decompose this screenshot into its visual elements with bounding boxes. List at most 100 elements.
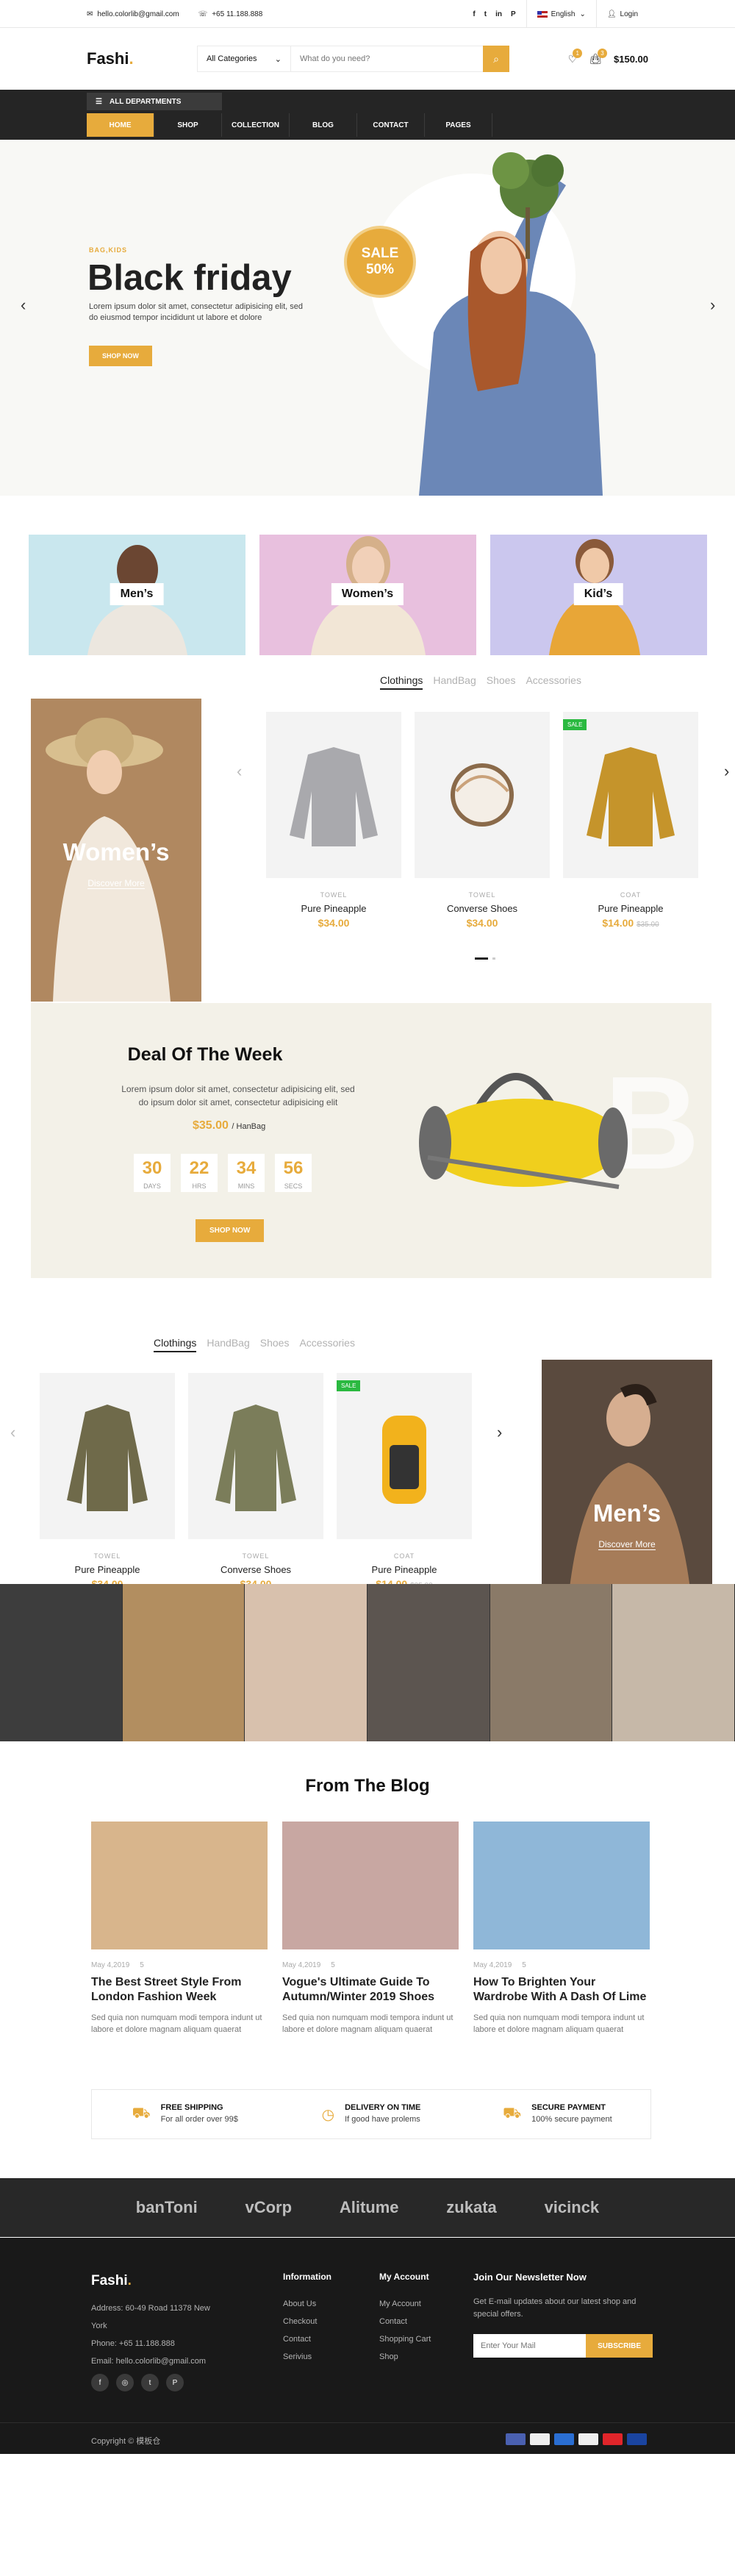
instagram-icon[interactable]: ◎	[116, 2374, 134, 2391]
footer-logo[interactable]: Fashi.	[91, 2273, 132, 2289]
men-discover-link[interactable]: Discover More	[542, 1539, 712, 1550]
men-next-arrow[interactable]: ›	[497, 1423, 502, 1442]
footer-link[interactable]: Checkout	[283, 2313, 331, 2330]
deal-shop-now-button[interactable]: SHOP NOW	[196, 1219, 265, 1242]
nav-shop[interactable]: SHOP	[154, 113, 222, 137]
hero-next-arrow[interactable]: ›	[710, 296, 715, 315]
email-text: hello.colorlib@gmail.com	[97, 10, 179, 18]
product-card[interactable]: TOWEL Converse Shoes $34.00	[188, 1373, 323, 1590]
tab-accessories[interactable]: Accessories	[299, 1337, 354, 1352]
facebook-icon[interactable]: f	[473, 10, 475, 18]
blog-post-title[interactable]: The Best Street Style From London Fashio…	[91, 1975, 268, 2005]
pinterest-icon[interactable]: P	[166, 2374, 184, 2391]
search-input[interactable]	[290, 46, 483, 71]
gallery-image[interactable]	[122, 1584, 245, 1741]
subscribe-button[interactable]: SUBSCRIBE	[586, 2334, 653, 2358]
gallery-image[interactable]	[490, 1584, 613, 1741]
gallery-image[interactable]	[245, 1584, 368, 1741]
product-card[interactable]: TOWEL Pure Pineapple $34.00	[266, 712, 401, 929]
footer-link[interactable]: Contact	[283, 2330, 331, 2348]
footer-link[interactable]: Shopping Cart	[379, 2330, 431, 2348]
banner-women[interactable]: Women’s	[259, 535, 476, 655]
banner-women-label: Women’s	[331, 583, 404, 605]
nav-home[interactable]: HOME	[87, 113, 154, 137]
product-price: $34.00	[466, 917, 498, 929]
product-name[interactable]: Converse Shoes	[415, 903, 550, 914]
hero-tag: BAG,KIDS	[89, 246, 128, 254]
tab-clothings[interactable]: Clothings	[380, 674, 423, 690]
blog-post-title[interactable]: Vogue's Ultimate Guide To Autumn/Winter …	[282, 1975, 459, 2005]
women-discover-link[interactable]: Discover More	[31, 878, 201, 889]
pinterest-icon[interactable]: P	[511, 10, 516, 18]
tab-shoes[interactable]: Shoes	[260, 1337, 290, 1352]
twitter-icon[interactable]: t	[484, 10, 487, 18]
countdown: 30 DAYS 22 HRS 34 MINS 56 SECS	[134, 1154, 312, 1192]
footer-link[interactable]: My Account	[379, 2295, 431, 2313]
tab-accessories[interactable]: Accessories	[526, 674, 581, 690]
hero-shop-now-button[interactable]: SHOP NOW	[89, 346, 152, 366]
product-name[interactable]: Pure Pineapple	[266, 903, 401, 914]
women-feature-card[interactable]: Women’s Discover More	[31, 699, 201, 1002]
cart-count: 3	[598, 48, 607, 58]
footer-link[interactable]: Shop	[379, 2348, 431, 2366]
tab-handbag[interactable]: HandBag	[433, 674, 476, 690]
banner-men[interactable]: Men’s	[28, 535, 245, 655]
product-name[interactable]: Pure Pineapple	[563, 903, 698, 914]
women-next-arrow[interactable]: ›	[724, 762, 729, 781]
blog-post-title[interactable]: How To Brighten Your Wardrobe With A Das…	[473, 1975, 650, 2005]
product-price: $14.00	[602, 917, 634, 929]
language-select[interactable]: English ⌄	[526, 0, 596, 28]
gallery-image[interactable]	[368, 1584, 490, 1741]
women-prev-arrow[interactable]: ‹	[237, 762, 242, 781]
tab-shoes[interactable]: Shoes	[487, 674, 516, 690]
partner-logo: vCorp	[245, 2198, 293, 2216]
gallery-image[interactable]	[0, 1584, 123, 1741]
chevron-down-icon: ⌄	[274, 54, 282, 64]
tab-handbag[interactable]: HandBag	[207, 1337, 249, 1352]
product-name[interactable]: Converse Shoes	[188, 1564, 323, 1575]
blog-image	[473, 1822, 650, 1949]
category-select[interactable]: All Categories ⌄	[198, 54, 290, 64]
twitter-icon[interactable]: t	[141, 2374, 159, 2391]
wishlist-button[interactable]: ♡ 1	[568, 48, 583, 65]
women-carousel-dots[interactable]	[475, 957, 495, 960]
mail-icon: ✉	[87, 10, 93, 18]
search-button[interactable]: ⌕	[483, 46, 509, 72]
footer-link[interactable]: About Us	[283, 2295, 331, 2313]
product-name[interactable]: Pure Pineapple	[40, 1564, 175, 1575]
product-card[interactable]: TOWEL Pure Pineapple $34.00	[40, 1373, 175, 1590]
topbar-email[interactable]: ✉ hello.colorlib@gmail.com	[87, 10, 179, 18]
blog-meta: May 4,2019 5	[282, 1961, 459, 1969]
blog-card[interactable]: May 4,2019 5 Vogue's Ultimate Guide To Au…	[282, 1822, 459, 2036]
hero-prev-arrow[interactable]: ‹	[21, 296, 26, 315]
tab-clothings[interactable]: Clothings	[154, 1337, 197, 1352]
footer-info-title: Information	[283, 2272, 331, 2282]
product-card[interactable]: TOWEL Converse Shoes $34.00	[415, 712, 550, 929]
partner-logo: zukata	[446, 2198, 497, 2216]
topbar-phone[interactable]: ☏ +65 11.188.888	[198, 10, 263, 18]
product-card[interactable]: SALE COAT Pure Pineapple $14.00 $35.00	[337, 1373, 472, 1590]
all-departments-button[interactable]: ☰ ALL DEPARTMENTS	[87, 93, 222, 110]
banner-kids[interactable]: Kid’s	[490, 535, 707, 655]
facebook-icon[interactable]: f	[91, 2374, 109, 2391]
nav-contact[interactable]: CONTACT	[357, 113, 425, 137]
men-prev-arrow[interactable]: ‹	[10, 1423, 15, 1442]
product-name[interactable]: Pure Pineapple	[337, 1564, 472, 1575]
login-link[interactable]: 👤︎ Login	[595, 0, 648, 28]
logo[interactable]: Fashi.	[87, 49, 197, 68]
nav-pages[interactable]: PAGES	[425, 113, 492, 137]
footer-link[interactable]: Serivius	[283, 2348, 331, 2366]
hero-image	[419, 152, 603, 496]
women-discover-label: Discover More	[87, 878, 145, 889]
cart-button[interactable]: 👜︎ 3	[589, 48, 607, 65]
nav-blog[interactable]: BLOG	[290, 113, 357, 137]
nav-collection[interactable]: COLLECTION	[222, 113, 290, 137]
category-banners: Men’s Women’s Kid’s	[28, 496, 707, 655]
blog-card[interactable]: May 4,2019 5 The Best Street Style From L…	[91, 1822, 268, 2036]
product-card[interactable]: SALE COAT Pure Pineapple $14.00 $35.00	[563, 712, 698, 929]
blog-card[interactable]: May 4,2019 5 How To Brighten Your Wardrob…	[473, 1822, 650, 2036]
linkedin-icon[interactable]: in	[495, 10, 502, 18]
newsletter-email-input[interactable]	[473, 2334, 587, 2358]
footer-link[interactable]: Contact	[379, 2313, 431, 2330]
gallery-image[interactable]	[612, 1584, 735, 1741]
